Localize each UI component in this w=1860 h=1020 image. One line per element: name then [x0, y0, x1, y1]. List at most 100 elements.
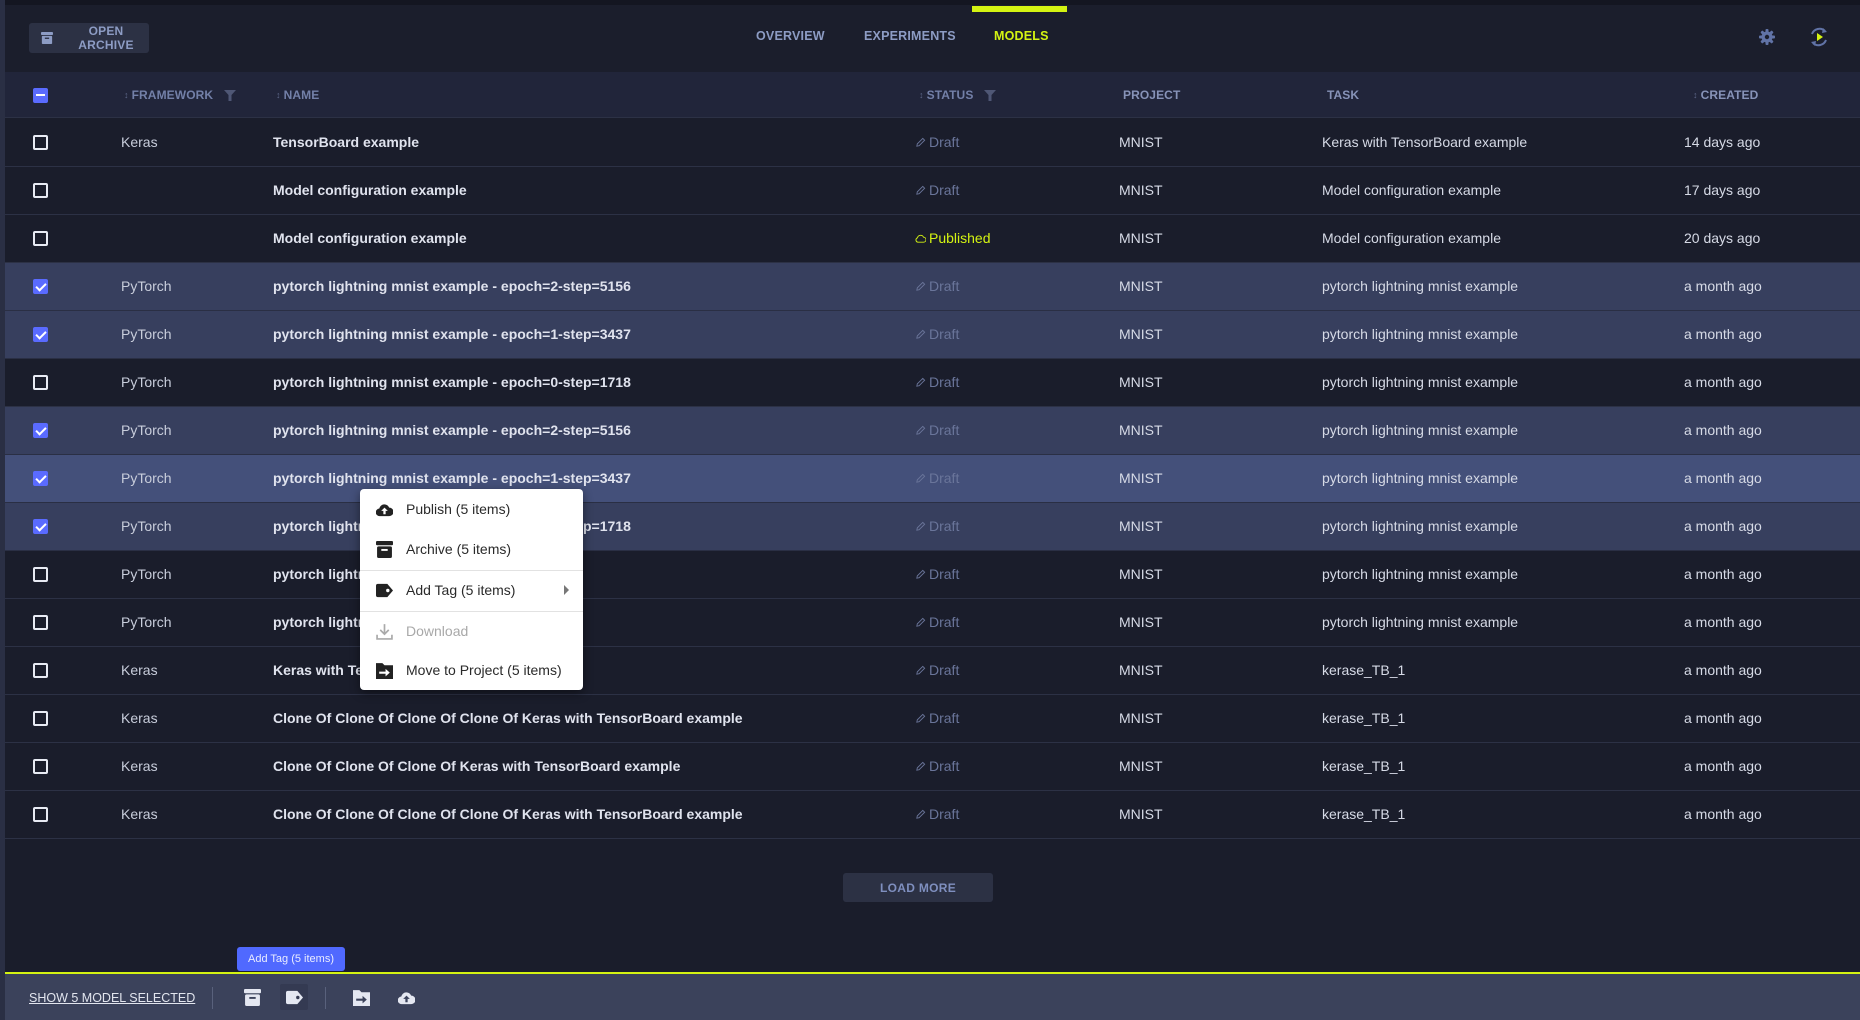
row-checkbox[interactable] [33, 711, 48, 726]
name-cell[interactable]: TensorBoard example [273, 134, 419, 150]
name-cell[interactable]: Clone Of Clone Of Clone Of Clone Of Kera… [273, 806, 743, 822]
task-cell[interactable]: Model configuration example [1322, 230, 1501, 246]
row-checkbox[interactable] [33, 519, 48, 534]
row-checkbox[interactable] [33, 615, 48, 630]
row-checkbox[interactable] [33, 423, 48, 438]
tab-experiments[interactable]: EXPERIMENTS [864, 29, 956, 43]
draft-pencil-icon [916, 137, 926, 147]
task-cell[interactable]: pytorch lightning mnist example [1322, 470, 1518, 486]
name-cell[interactable]: Model configuration example [273, 182, 467, 198]
name-cell[interactable]: pytorch lightning mnist example - epoch=… [273, 422, 631, 438]
row-checkbox[interactable] [33, 759, 48, 774]
table-row[interactable]: PyTorchpytorch lightning mnist example -… [5, 359, 1860, 407]
table-row[interactable]: Keras Clone Of Clone Of Clone Of Keras wi… [5, 743, 1860, 791]
table-row[interactable]: PyTorchpytorch lightning mnist example -… [5, 263, 1860, 311]
task-cell[interactable]: kerase_TB_1 [1322, 806, 1405, 822]
menu-item-add-tag[interactable]: Add Tag (5 items) [360, 570, 583, 610]
name-cell[interactable]: pytorch lightning mnist example - epoch=… [273, 326, 631, 342]
project-cell: MNIST [1119, 518, 1163, 534]
row-checkbox[interactable] [33, 663, 48, 678]
task-cell[interactable]: pytorch lightning mnist example [1322, 566, 1518, 582]
auto-refresh-icon[interactable] [1808, 26, 1830, 48]
table-row[interactable]: Keras TensorBoard example Draft MNIST Keras … [5, 119, 1860, 167]
archive-icon [376, 540, 393, 558]
task-cell[interactable]: pytorch lightning mnist example [1322, 374, 1518, 390]
name-cell[interactable]: Clone Of Clone Of Clone Of Clone Of Kera… [273, 710, 743, 726]
table-row[interactable]: KerasKeras with TensorBoard exampleDraft… [5, 647, 1860, 695]
footer-move-to-project-button[interactable] [347, 984, 375, 1010]
name-cell[interactable]: Clone Of Clone Of Clone Of Keras with Te… [273, 758, 680, 774]
table-row[interactable]: PyTorchpytorch lightning mnist example -… [5, 311, 1860, 359]
task-cell[interactable]: pytorch lightning mnist example [1322, 518, 1518, 534]
task-cell[interactable]: kerase_TB_1 [1322, 758, 1405, 774]
table-row[interactable]: Keras Clone Of Clone Of Clone Of Clone Of… [5, 791, 1860, 839]
created-cell: a month ago [1684, 806, 1762, 822]
menu-item-publish[interactable]: Publish (5 items) [360, 489, 583, 529]
gear-icon[interactable] [1757, 27, 1777, 47]
filter-icon[interactable] [224, 89, 237, 101]
row-checkbox[interactable] [33, 807, 48, 822]
name-cell[interactable]: pytorch lightning mnist example - epoch=… [273, 374, 631, 390]
footer-publish-button[interactable] [392, 984, 420, 1010]
row-checkbox[interactable] [33, 279, 48, 294]
task-cell[interactable]: kerase_TB_1 [1322, 662, 1405, 678]
table-row[interactable]: Keras Clone Of Clone Of Clone Of Clone Of… [5, 695, 1860, 743]
name-cell[interactable]: pytorch lightning mnist example - epoch=… [273, 278, 631, 294]
framework-cell: PyTorch [121, 422, 172, 438]
selection-footer: SHOW 5 MODEL SELECTED [5, 972, 1860, 1020]
task-cell[interactable]: pytorch lightning mnist example [1322, 614, 1518, 630]
table-row[interactable]: PyTorch pytorch lightning mnist example -… [5, 407, 1860, 455]
created-cell: a month ago [1684, 374, 1762, 390]
footer-add-tag-button[interactable] [280, 984, 308, 1010]
table-row[interactable]: Model configuration example Draft MNIST Mod… [5, 167, 1860, 215]
framework-cell: Keras [121, 662, 158, 678]
row-checkbox[interactable] [33, 183, 48, 198]
column-framework[interactable]: ↕ FRAMEWORK [124, 88, 237, 102]
task-cell[interactable]: pytorch lightning mnist example [1322, 422, 1518, 438]
row-checkbox[interactable] [33, 375, 48, 390]
project-cell: MNIST [1119, 662, 1163, 678]
table-row[interactable]: Model configuration example Published MNIS… [5, 215, 1860, 263]
status-cell: Draft [915, 470, 959, 486]
table-row[interactable]: PyTorchpytorch lightning mnist example -… [5, 455, 1860, 503]
column-status[interactable]: ↕ STATUS [919, 88, 997, 102]
name-cell[interactable]: pytorch lightning mnist example - epoch=… [273, 470, 631, 486]
table-row[interactable]: PyTorchpytorch lightning mnist example -… [5, 503, 1860, 551]
task-cell[interactable]: pytorch lightning mnist example [1322, 326, 1518, 342]
draft-pencil-icon [916, 185, 926, 195]
framework-cell: PyTorch [121, 518, 172, 534]
row-checkbox[interactable] [33, 471, 48, 486]
draft-pencil-icon [916, 425, 926, 435]
select-all-checkbox[interactable] [33, 88, 48, 103]
footer-archive-button[interactable] [238, 984, 266, 1010]
table-row[interactable]: PyTorch pytorch lightning mnist example Dr… [5, 551, 1860, 599]
tab-overview[interactable]: OVERVIEW [756, 29, 825, 43]
row-checkbox[interactable] [33, 567, 48, 582]
cloud-upload-icon [376, 503, 393, 516]
task-cell[interactable]: kerase_TB_1 [1322, 710, 1405, 726]
load-more-button[interactable]: LOAD MORE [843, 873, 993, 902]
task-cell[interactable]: pytorch lightning mnist example [1322, 278, 1518, 294]
project-cell: MNIST [1119, 758, 1163, 774]
draft-pencil-icon [916, 521, 926, 531]
menu-item-move-to-project[interactable]: Move to Project (5 items) [360, 650, 583, 690]
row-checkbox[interactable] [33, 135, 48, 150]
table-row[interactable]: PyTorch pytorch lightning mnist example Dr… [5, 599, 1860, 647]
row-checkbox[interactable] [33, 231, 48, 246]
page-header: OPEN ARCHIVE OVERVIEW EXPERIMENTS MODELS [5, 5, 1860, 72]
project-cell: MNIST [1119, 134, 1163, 150]
menu-item-archive[interactable]: Archive (5 items) [360, 529, 583, 569]
filter-icon[interactable] [984, 89, 997, 101]
status-cell: Published [915, 230, 991, 246]
row-checkbox[interactable] [33, 327, 48, 342]
menu-item-label: Download [406, 623, 469, 639]
task-cell[interactable]: Model configuration example [1322, 182, 1501, 198]
column-task-label: TASK [1327, 88, 1360, 102]
show-selected-link[interactable]: SHOW 5 MODEL SELECTED [29, 991, 195, 1005]
column-name[interactable]: ↕ NAME [276, 88, 319, 102]
project-cell: MNIST [1119, 806, 1163, 822]
tab-models[interactable]: MODELS [994, 29, 1049, 43]
task-cell[interactable]: Keras with TensorBoard example [1322, 134, 1527, 150]
name-cell[interactable]: Model configuration example [273, 230, 467, 246]
column-created[interactable]: ↕ CREATED [1693, 88, 1758, 102]
